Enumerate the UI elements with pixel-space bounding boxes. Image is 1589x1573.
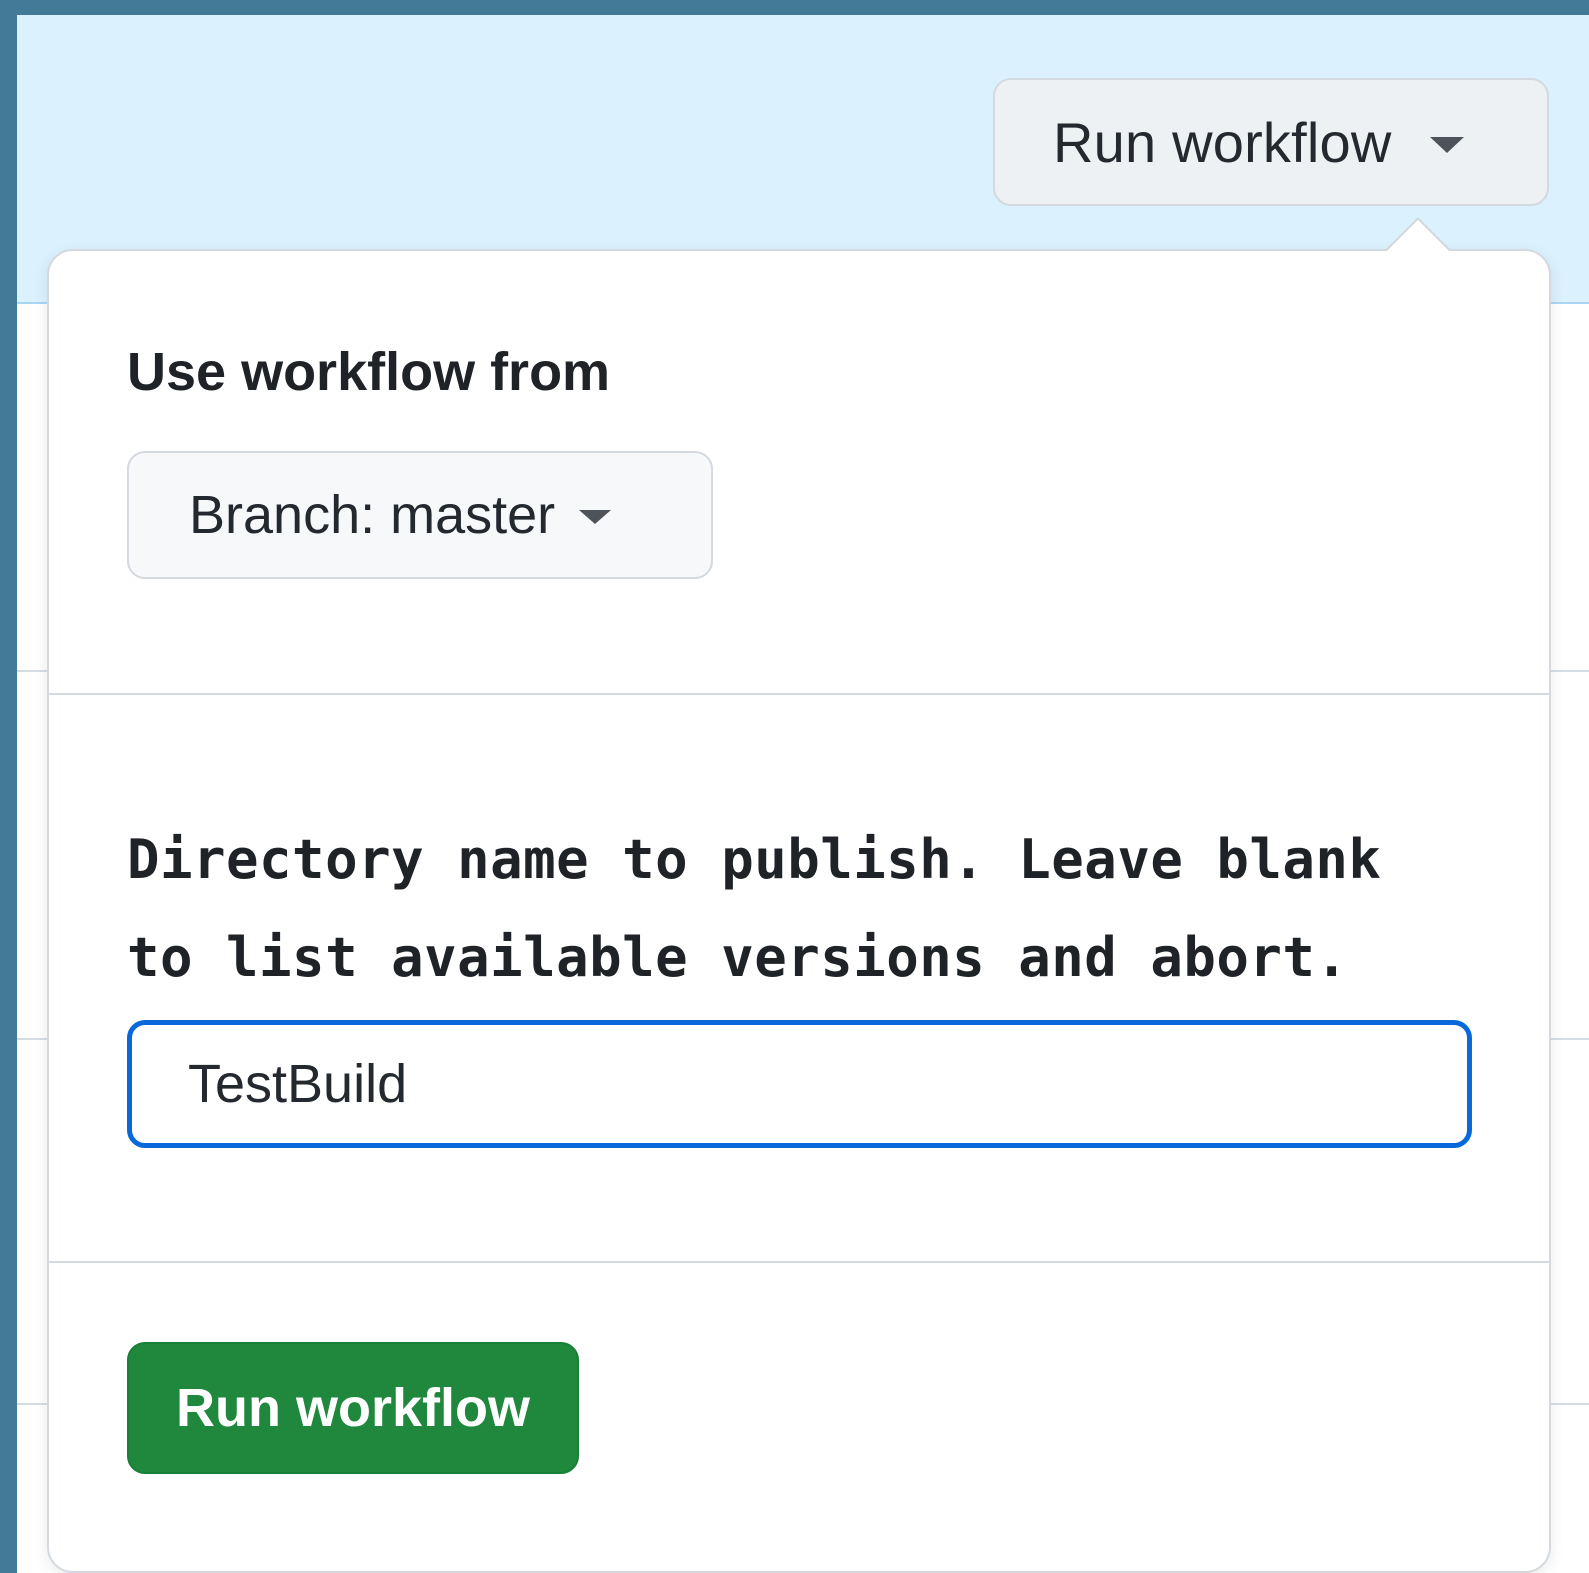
directory-input-label: Directory name to publish. Leave blank t… <box>127 828 1382 989</box>
workflow-page: Run workflow Use workflow from Branch: m… <box>17 15 1589 1573</box>
chevron-down-icon <box>579 510 612 524</box>
branch-select-label: Branch: master <box>189 485 556 545</box>
section-divider <box>49 693 1549 695</box>
run-workflow-dropdown-button[interactable]: Run workflow <box>993 78 1549 206</box>
run-workflow-dropdown-label: Run workflow <box>1053 110 1392 174</box>
use-workflow-from-label: Use workflow from <box>127 342 611 402</box>
run-workflow-submit-button[interactable]: Run workflow <box>127 1342 579 1474</box>
directory-name-input[interactable] <box>127 1020 1472 1148</box>
popover-pointer-fill <box>1386 220 1450 252</box>
run-workflow-popover: Use workflow from Branch: master Directo… <box>47 217 1551 1573</box>
branch-section: Use workflow from Branch: master <box>49 251 1549 693</box>
chevron-down-icon <box>1429 137 1464 153</box>
branch-select-button[interactable]: Branch: master <box>127 451 713 579</box>
section-divider <box>49 1261 1549 1263</box>
